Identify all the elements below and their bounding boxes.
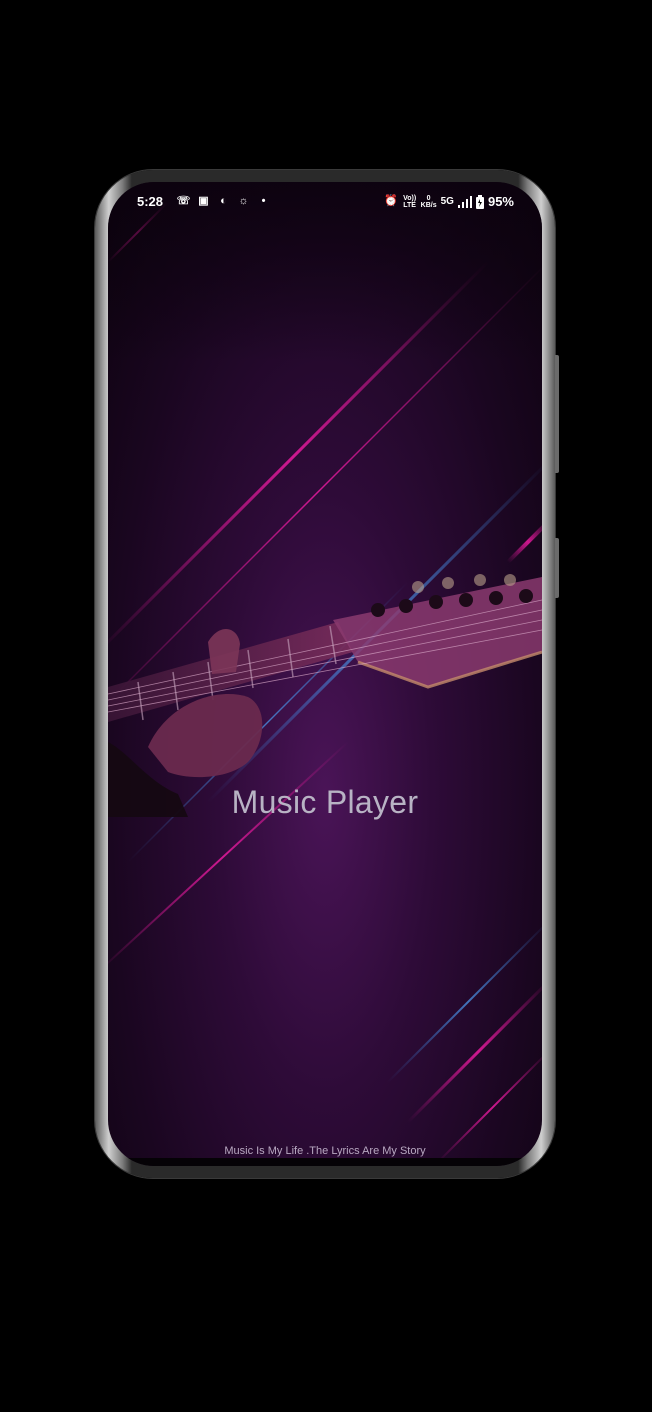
speed-unit: KB/s [420,201,437,209]
app-icon: ◐ [220,195,227,207]
app-title: Music Player [231,784,419,820]
whatsapp-icon: ☏ [176,195,191,207]
instagram-icon: ▣ [198,195,209,207]
app-tagline: Music Is My Life .The Lyrics Are My Stor… [224,1145,426,1157]
snapchat-icon: ☼ [238,195,249,207]
volte-icon: Vo)) LTE [403,194,417,209]
battery-percent: 95% [487,194,514,209]
guitar-illustration [108,574,542,817]
signal-icon [457,195,472,208]
system-icons: ⏰ Vo)) LTE 0 KB/s 5G 95% [384,194,514,209]
light-streak [406,985,542,1124]
data-speed-icon: 0 KB/s [421,195,437,209]
speed-value: 0 [426,194,431,202]
background-artwork [108,182,542,1163]
light-streak [506,525,542,564]
device-stage: 5:28 ☏ ▣ ◐ ☼ • ⏰ Vo)) LTE 0 KB/s 5G 95% … [0,0,652,1412]
splash-screen: 5:28 ☏ ▣ ◐ ☼ • ⏰ Vo)) LTE 0 KB/s 5G 95% … [108,182,542,1166]
volume-button [555,355,559,473]
battery-icon [475,194,484,209]
alarm-icon: ⏰ [384,195,398,207]
bottom-edge [108,1158,542,1166]
power-button [555,538,559,598]
light-streak [387,926,542,1083]
status-time: 5:28 [137,194,164,209]
notification-icons: ☏ ▣ ◐ ☼ • [176,194,271,209]
network-type: 5G [440,196,454,207]
dot-icon: • [261,195,266,207]
status-bar: 5:28 ☏ ▣ ◐ ☼ • ⏰ Vo)) LTE 0 KB/s 5G 95% [108,182,542,222]
